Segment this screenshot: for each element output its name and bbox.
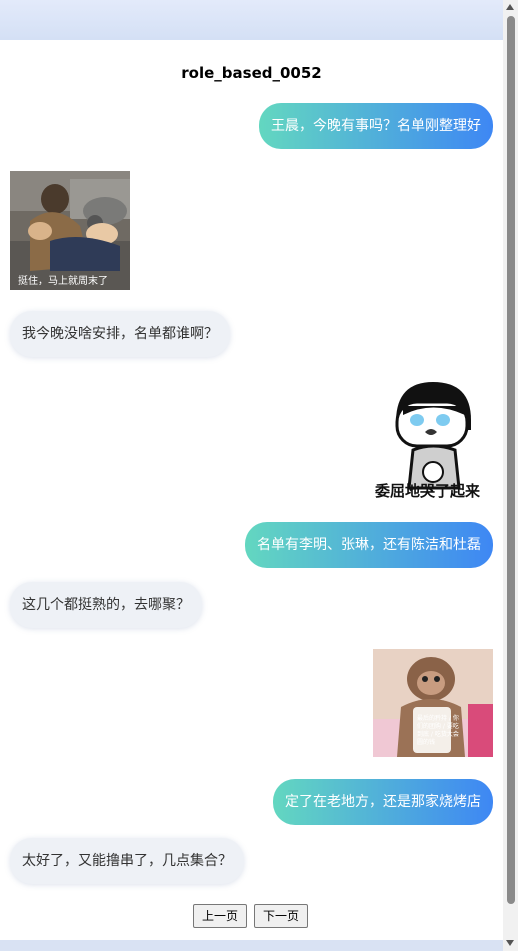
vertical-scrollbar[interactable]	[503, 0, 518, 951]
bottom-band	[0, 940, 518, 951]
sticker-caption: 委屈地哭了起来	[375, 482, 481, 500]
next-page-button[interactable]: 下一页	[254, 904, 309, 928]
message-bubble-outgoing: 定了在老地方，还是那家烧烤店	[273, 779, 493, 825]
message-bubble-incoming: 我今晚没啥安排，名单都谁啊？	[10, 311, 230, 357]
chat-panel: role_based_0052 王晨，今晚有事吗？名单刚整理好 挺住，马上就周末…	[0, 40, 503, 940]
scrollbar-thumb[interactable]	[507, 16, 515, 904]
message-bubble-outgoing: 王晨，今晚有事吗？名单刚整理好	[259, 103, 493, 149]
message-bubble-outgoing: 名单有李明、张琳，还有陈洁和杜磊	[245, 522, 493, 568]
top-band	[0, 0, 518, 40]
scroll-up-icon[interactable]	[506, 4, 514, 10]
message-bubble-incoming: 太好了，又能撸串了，几点集合？	[10, 838, 244, 884]
previous-page-button[interactable]: 上一页	[193, 904, 248, 928]
sticker-caption: 挺住，马上就周末了	[18, 276, 108, 287]
message-bubble-incoming: 这几个都挺熟的，去哪聚？	[10, 582, 202, 628]
sticker-image: 委屈地哭了起来	[373, 380, 493, 500]
scroll-down-icon[interactable]	[506, 940, 514, 946]
sticker-image: 最后的矜持 / 你们的团购 / 要吃到底 / 吃货大会圆的钱	[373, 649, 493, 757]
sticker-caption: 最后的矜持 / 你们的团购 / 要吃到底 / 吃货大会圆的钱	[417, 715, 459, 746]
sticker-image: 挺住，马上就周末了	[10, 171, 130, 290]
chat-title: role_based_0052	[181, 64, 322, 82]
